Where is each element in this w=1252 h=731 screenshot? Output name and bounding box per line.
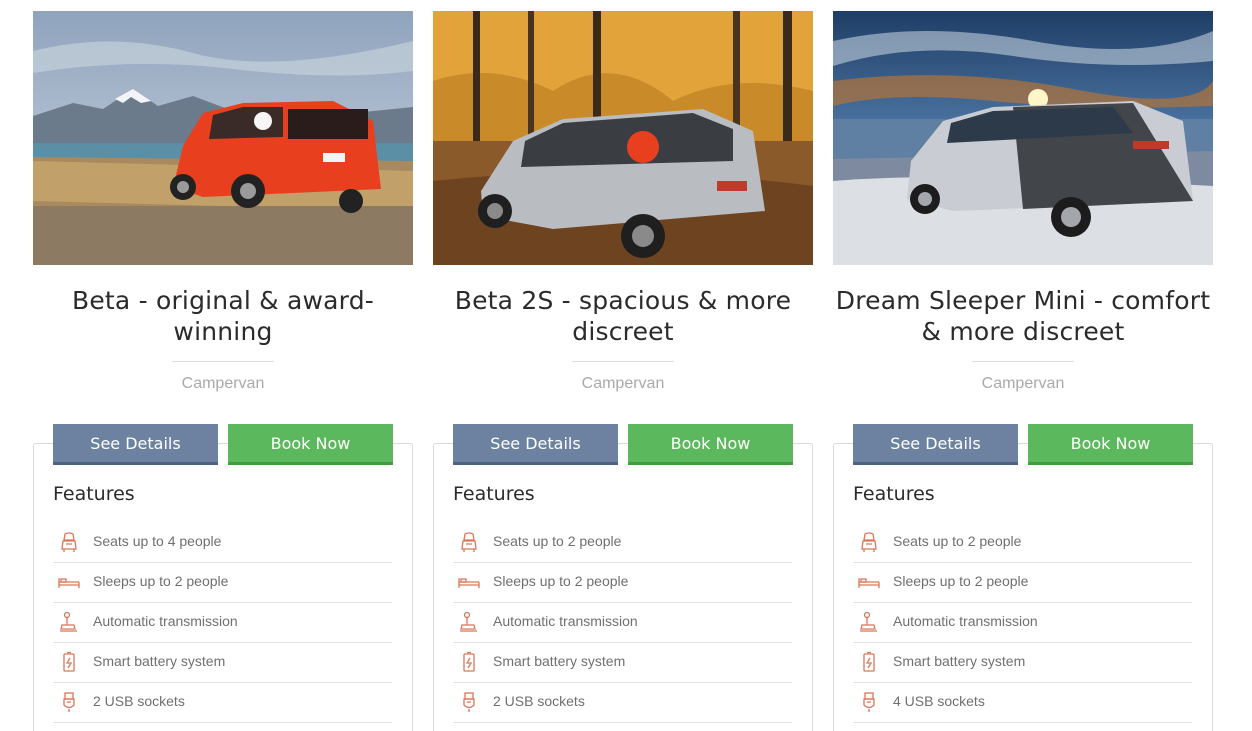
feature-item-usb: 2 USB sockets (53, 683, 392, 723)
feature-label: 2 USB sockets (493, 693, 585, 709)
feature-label: Smart battery system (493, 653, 626, 669)
feature-label: Seats up to 4 people (93, 533, 222, 549)
vehicle-category: Campervan (981, 375, 1065, 392)
feature-item-usb: 2 USB sockets (453, 683, 792, 723)
vehicle-title: Beta - original & award-winning (71, 286, 375, 346)
battery-icon (458, 651, 480, 673)
battery-icon (58, 651, 80, 673)
campervan-listing-page: Beta - original & award-winning Camperva… (0, 0, 1252, 731)
feature-label: Automatic transmission (93, 613, 238, 629)
usb-icon (58, 691, 80, 713)
gear-shift-icon (858, 611, 880, 633)
feature-label: Automatic transmission (893, 613, 1038, 629)
feature-label: Sleeps up to 2 people (493, 573, 629, 589)
feature-item-seats: Seats up to 2 people (453, 523, 792, 563)
gear-shift-icon (458, 611, 480, 633)
bed-icon (58, 571, 80, 593)
feature-item-seats: Seats up to 2 people (853, 523, 1192, 563)
book-now-button[interactable]: Book Now (228, 424, 393, 465)
feature-item-sleeps: Sleeps up to 2 people (453, 563, 792, 603)
vehicle-photo-dream-sleeper-mini[interactable] (833, 11, 1213, 265)
feature-item-transmission: Automatic transmission (453, 603, 792, 643)
vehicle-card-dream-sleeper-mini: Dream Sleeper Mini - comfort & more disc… (833, 11, 1213, 731)
features-heading: Features (453, 483, 535, 505)
feature-label: Automatic transmission (493, 613, 638, 629)
title-divider (572, 361, 674, 362)
feature-item-sleeps: Sleeps up to 2 people (53, 563, 392, 603)
bed-icon (858, 571, 880, 593)
feature-item-battery: Smart battery system (53, 643, 392, 683)
vehicle-title: Dream Sleeper Mini - comfort & more disc… (835, 286, 1211, 346)
book-now-button[interactable]: Book Now (628, 424, 793, 465)
feature-label: Seats up to 2 people (893, 533, 1022, 549)
feature-item-seats: Seats up to 4 people (53, 523, 392, 563)
feature-list: Seats up to 2 people Sleeps up to 2 peop… (853, 523, 1192, 723)
feature-item-usb: 4 USB sockets (853, 683, 1192, 723)
see-details-button[interactable]: See Details (53, 424, 218, 465)
book-now-button[interactable]: Book Now (1028, 424, 1193, 465)
see-details-button[interactable]: See Details (453, 424, 618, 465)
vehicle-category: Campervan (181, 375, 265, 392)
vehicle-photo-beta-2s[interactable] (433, 11, 813, 265)
feature-item-transmission: Automatic transmission (853, 603, 1192, 643)
feature-item-battery: Smart battery system (853, 643, 1192, 683)
see-details-button[interactable]: See Details (853, 424, 1018, 465)
feature-list: Seats up to 2 people Sleeps up to 2 peop… (453, 523, 792, 723)
vehicle-photo-beta[interactable] (33, 11, 413, 265)
feature-item-battery: Smart battery system (453, 643, 792, 683)
battery-icon (858, 651, 880, 673)
feature-label: 4 USB sockets (893, 693, 985, 709)
feature-label: Sleeps up to 2 people (93, 573, 229, 589)
car-seat-icon (858, 531, 880, 553)
usb-icon (458, 691, 480, 713)
car-seat-icon (58, 531, 80, 553)
feature-item-transmission: Automatic transmission (53, 603, 392, 643)
feature-label: Smart battery system (93, 653, 226, 669)
bed-icon (458, 571, 480, 593)
features-heading: Features (53, 483, 135, 505)
feature-item-sleeps: Sleeps up to 2 people (853, 563, 1192, 603)
feature-label: Seats up to 2 people (493, 533, 622, 549)
feature-label: 2 USB sockets (93, 693, 185, 709)
vehicle-card-beta-2s: Beta 2S - spacious & more discreet Campe… (433, 11, 813, 731)
features-heading: Features (853, 483, 935, 505)
feature-list: Seats up to 4 people Sleeps up to 2 peop… (53, 523, 392, 723)
usb-icon (858, 691, 880, 713)
vehicle-title: Beta 2S - spacious & more discreet (454, 286, 792, 346)
car-seat-icon (458, 531, 480, 553)
feature-label: Sleeps up to 2 people (893, 573, 1029, 589)
gear-shift-icon (58, 611, 80, 633)
title-divider (972, 361, 1074, 362)
feature-label: Smart battery system (893, 653, 1026, 669)
title-divider (172, 361, 274, 362)
vehicle-category: Campervan (581, 375, 665, 392)
vehicle-card-beta: Beta - original & award-winning Camperva… (33, 11, 413, 731)
